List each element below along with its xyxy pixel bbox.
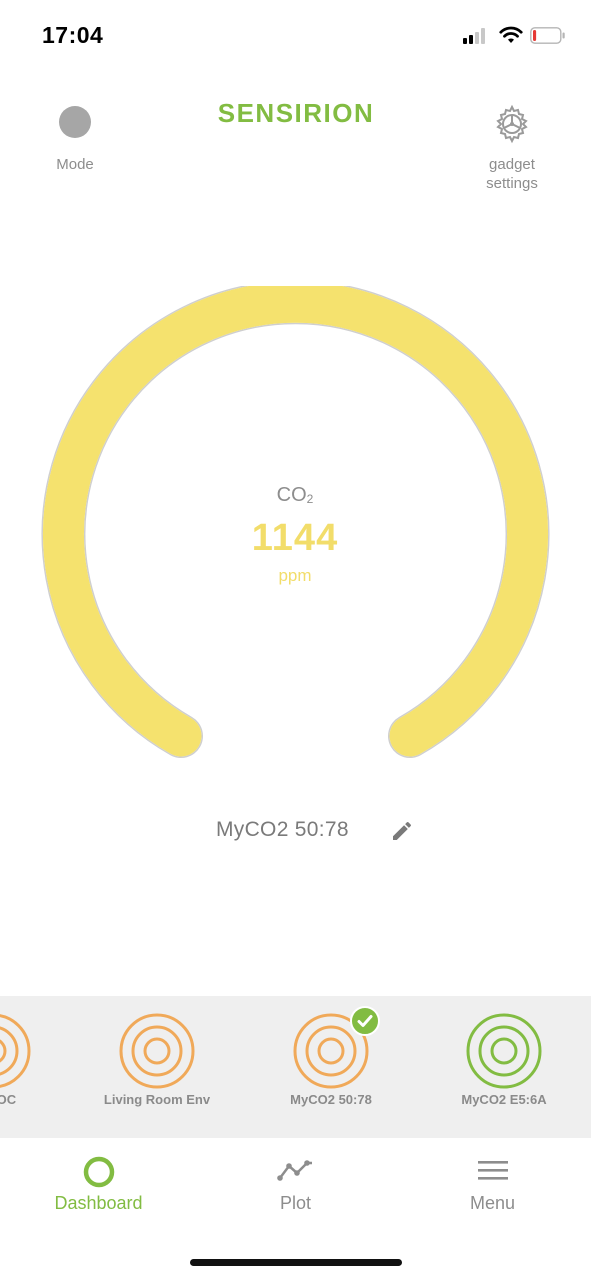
tab-dashboard[interactable]: Dashboard (0, 1138, 197, 1228)
gauge-value: 1144 (251, 517, 339, 559)
sensirion-logo: SENSIRION (218, 99, 375, 127)
gear-icon (496, 104, 528, 144)
gauge-title: CO2 (195, 484, 395, 507)
mode-label: Mode (56, 156, 94, 173)
pencil-icon[interactable] (390, 819, 414, 843)
status-time: 17:04 (42, 22, 104, 48)
cellular-signal-icon (463, 28, 489, 44)
gadget-settings-button[interactable]: gadget settings (470, 104, 554, 194)
device-status-rings-icon (119, 1013, 195, 1089)
device-item[interactable]: MyCO2 E5:6A (419, 996, 589, 1138)
device-status-rings-icon (0, 1014, 31, 1088)
gadget-settings-label-line2: settings (486, 175, 538, 192)
tab-label: Dashboard (54, 1193, 143, 1213)
circle-icon (83, 1156, 115, 1188)
device-label: MyCO2 50:78 (290, 1092, 372, 1107)
device-label: Living Room Env (103, 1092, 211, 1107)
hamburger-icon (478, 1161, 508, 1180)
device-carousel[interactable]: ce VOC Living Room Env MyCO2 50:78 MyCO2… (0, 996, 591, 1138)
line-chart-icon (277, 1160, 312, 1181)
device-item[interactable]: Living Room Env (72, 996, 242, 1138)
tab-label: Menu (469, 1193, 516, 1213)
device-label: ce VOC (0, 1092, 17, 1107)
wifi-icon (499, 26, 523, 43)
svg-text:SENSIRION: SENSIRION (218, 99, 375, 127)
tab-menu[interactable]: Menu (394, 1138, 591, 1228)
gadget-settings-label: gadget settings (470, 155, 554, 193)
device-item[interactable]: ce VOC (0, 996, 78, 1138)
tab-plot[interactable]: Plot (197, 1138, 394, 1228)
device-item-selected[interactable]: MyCO2 50:78 (246, 996, 416, 1138)
device-label: MyCO2 E5:6A (461, 1092, 547, 1107)
mode-indicator-dot (59, 106, 91, 138)
checkmark-icon (350, 1006, 380, 1036)
mode-button[interactable]: Mode (44, 106, 106, 176)
device-name: MyCO2 50:78 (216, 818, 349, 841)
gadget-settings-label-line1: gadget (489, 156, 535, 173)
gauge-title-text: CO (276, 484, 307, 506)
gauge-unit: ppm (278, 566, 312, 585)
tab-label: Plot (279, 1193, 312, 1213)
home-indicator[interactable] (190, 1259, 402, 1266)
gauge-title-subscript: 2 (306, 492, 314, 506)
device-status-rings-icon (466, 1013, 542, 1089)
battery-icon (530, 27, 565, 44)
